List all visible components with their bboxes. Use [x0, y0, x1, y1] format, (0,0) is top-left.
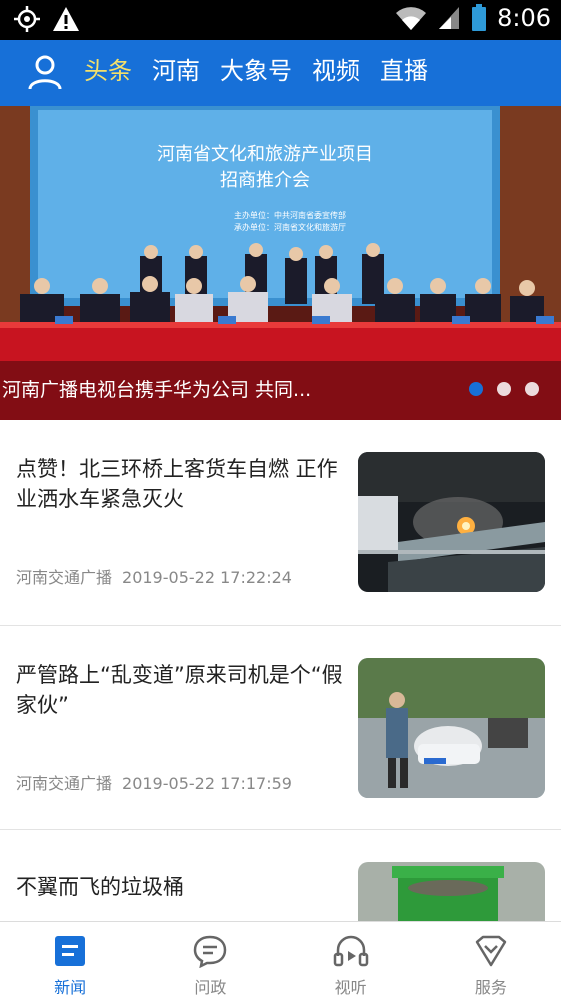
- news-meta: 河南交通广播 2019-05-22 17:22:24: [16, 564, 292, 588]
- news-source: 河南交通广播: [16, 568, 113, 587]
- audio-video-icon: [333, 935, 368, 967]
- banner-image: 河南省文化和旅游产业项目 招商推介会 主办单位：中共河南省委宣传部 承办单位：河…: [0, 106, 561, 420]
- news-title: 不翼而飞的垃圾桶: [16, 875, 184, 899]
- news-meta: 河南交通广播 2019-05-22 17:17:59: [16, 770, 292, 794]
- tab-wenzheng-label: 问政: [194, 978, 227, 997]
- bottom-tab-bar: 新闻 问政 视听 服务: [0, 921, 561, 999]
- news-thumbnail-image: [358, 658, 545, 798]
- tab-live[interactable]: 直播: [380, 50, 428, 92]
- battery-icon: [472, 4, 487, 31]
- banner-screen-title-1: 河南省文化和旅游产业项目: [157, 144, 373, 165]
- news-thumbnail-image: [358, 452, 545, 592]
- top-nav-bar: 头条 河南 大象号 视频 直播: [0, 40, 561, 106]
- signal-icon: [439, 7, 460, 29]
- news-thumbnail: [358, 862, 545, 921]
- banner-screen-title-2: 招商推介会: [220, 170, 310, 191]
- news-card[interactable]: 不翼而飞的垃圾桶: [0, 830, 561, 930]
- chat-icon: [194, 935, 227, 968]
- news-title: 点赞！北三环桥上客货车自燃 正作业洒水车紧急灭火: [16, 457, 338, 511]
- news-thumbnail: [358, 452, 545, 592]
- tab-headlines[interactable]: 头条: [84, 50, 132, 92]
- tab-wenzheng[interactable]: 问政: [140, 922, 280, 999]
- tab-shiting-label: 视听: [334, 978, 367, 997]
- news-card[interactable]: 严管路上“乱变道”原来司机是个“假家伙” 河南交通广播 2019-05-22 17…: [0, 626, 561, 830]
- news-time: 2019-05-22 17:22:24: [122, 568, 292, 587]
- channel-tabs: 头条 河南 大象号 视频 直播: [84, 50, 428, 92]
- carousel-indicator: [469, 382, 539, 396]
- tab-daxianghao[interactable]: 大象号: [220, 50, 292, 92]
- news-icon: [55, 936, 86, 966]
- banner-carousel[interactable]: 河南省文化和旅游产业项目 招商推介会 主办单位：中共河南省委宣传部 承办单位：河…: [0, 106, 561, 420]
- news-time: 2019-05-22 17:17:59: [122, 774, 292, 793]
- service-icon: [475, 935, 507, 967]
- banner-caption: 河南广播电视台携手华为公司 共同...: [2, 379, 312, 401]
- status-time: 8:06: [497, 4, 551, 32]
- news-title: 严管路上“乱变道”原来司机是个“假家伙”: [16, 663, 343, 717]
- tab-henan[interactable]: 河南: [152, 50, 200, 92]
- tab-video[interactable]: 视频: [312, 50, 360, 92]
- carousel-dot[interactable]: [469, 382, 483, 396]
- warning-icon: [53, 7, 79, 31]
- news-thumbnail: [358, 658, 545, 798]
- tab-news-label: 新闻: [54, 978, 87, 997]
- news-card[interactable]: 点赞！北三环桥上客货车自燃 正作业洒水车紧急灭火 河南交通广播 2019-05-2…: [0, 420, 561, 626]
- status-bar: 8:06: [0, 0, 561, 40]
- carousel-dot[interactable]: [497, 382, 511, 396]
- news-thumbnail-image: [358, 862, 545, 921]
- user-icon[interactable]: [26, 53, 64, 91]
- carousel-dot[interactable]: [525, 382, 539, 396]
- banner-screen-organizer: 承办单位：河南省文化和旅游厅: [234, 222, 346, 232]
- tab-news[interactable]: 新闻: [0, 922, 140, 999]
- location-icon: [14, 6, 40, 32]
- tab-service[interactable]: 服务: [421, 922, 561, 999]
- banner-screen-host: 主办单位：中共河南省委宣传部: [234, 210, 346, 220]
- tab-service-label: 服务: [474, 978, 507, 997]
- tab-shiting[interactable]: 视听: [281, 922, 421, 999]
- wifi-icon: [396, 7, 427, 31]
- news-source: 河南交通广播: [16, 774, 113, 793]
